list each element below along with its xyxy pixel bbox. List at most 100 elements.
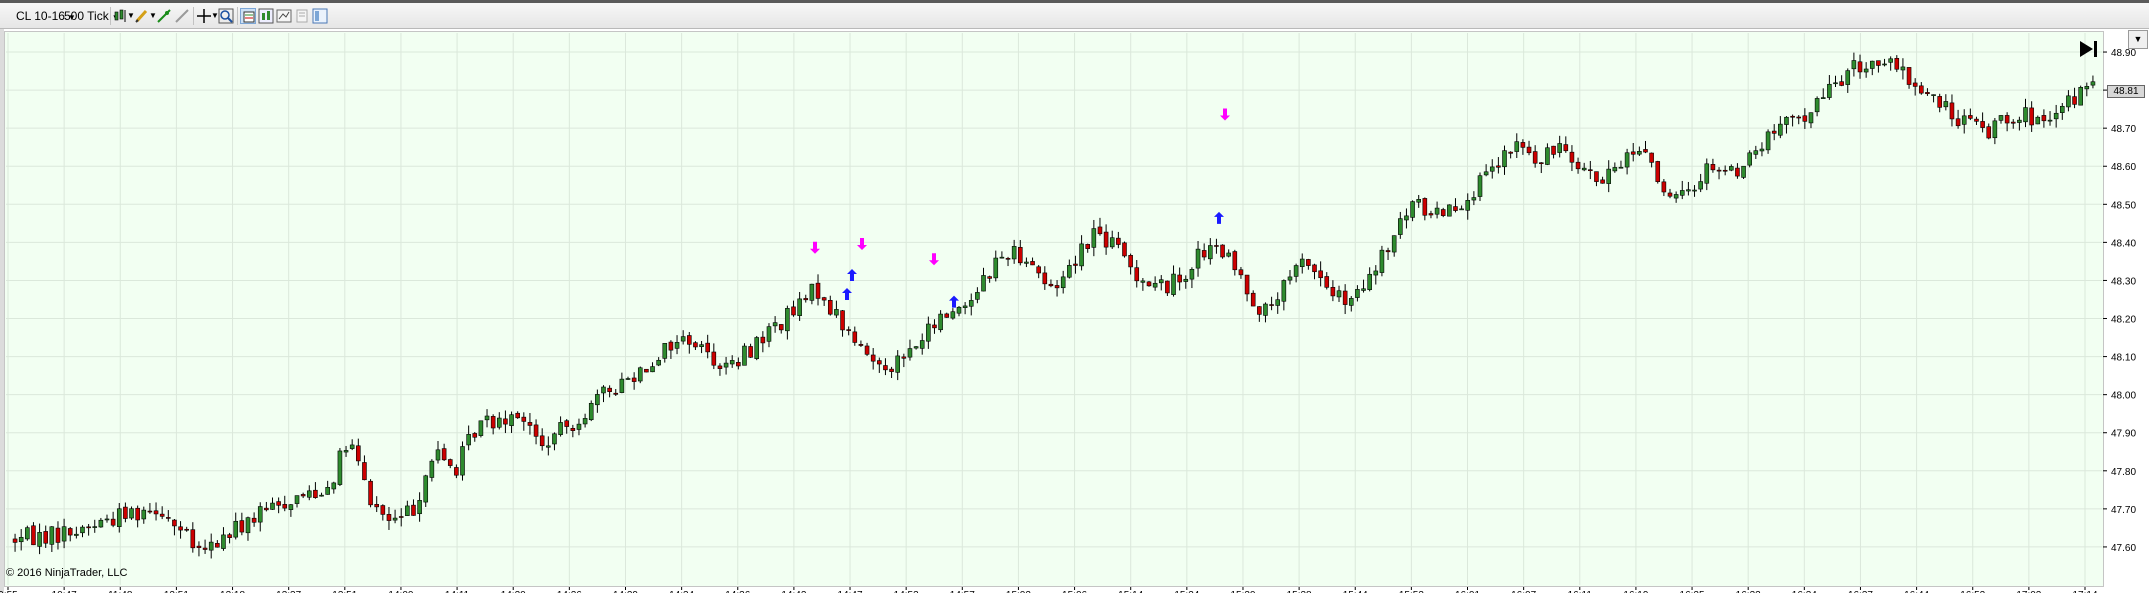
candle-down xyxy=(1116,237,1121,245)
candle-down xyxy=(760,336,766,344)
candle-up xyxy=(1459,208,1464,211)
candle-up xyxy=(2047,119,2053,122)
y-tick-label: 48.70 xyxy=(2111,124,2136,135)
candle-up xyxy=(1698,181,1703,190)
candle-down xyxy=(1428,213,1434,216)
candle-up xyxy=(116,508,122,527)
candle-down xyxy=(166,517,171,519)
candle-down xyxy=(86,526,91,529)
candle-up xyxy=(1471,197,1477,201)
candle-down xyxy=(803,298,809,301)
candle-down xyxy=(12,538,18,543)
candle-up xyxy=(325,487,330,495)
candle-up xyxy=(1545,147,1550,165)
candle-down xyxy=(791,306,796,316)
scroll-to-end-icon[interactable] xyxy=(2078,38,2100,60)
candle-up xyxy=(834,309,839,316)
candle-down xyxy=(43,531,49,544)
candle-down xyxy=(1949,102,1955,120)
candle-up xyxy=(1882,63,1887,66)
y-tick-label: 48.20 xyxy=(2111,315,2136,326)
candle-down xyxy=(1796,116,1802,119)
candle-up xyxy=(1011,246,1017,260)
candle-down xyxy=(67,528,73,536)
buy-arrow-icon xyxy=(949,295,959,308)
candle-up xyxy=(1434,207,1440,215)
panel-menu-button[interactable]: ▼ xyxy=(2128,30,2148,49)
candle-down xyxy=(1790,115,1795,118)
candle-up xyxy=(662,343,668,359)
candle-down xyxy=(251,517,257,523)
candle-down xyxy=(2004,115,2010,124)
candle-down xyxy=(1722,169,1728,172)
candle-up xyxy=(619,378,625,393)
candle-up xyxy=(270,502,275,510)
candle-up xyxy=(1961,115,1967,125)
candle-down xyxy=(901,356,907,359)
candle-down xyxy=(1643,149,1648,153)
candle-up xyxy=(1502,150,1507,168)
chart-grid xyxy=(6,33,2102,585)
candle-up xyxy=(466,434,471,446)
candle-down xyxy=(1440,209,1446,216)
candle-down xyxy=(1532,151,1538,164)
candle-down xyxy=(135,507,140,521)
candle-up xyxy=(104,518,110,521)
candle-down xyxy=(944,313,950,318)
candle-up xyxy=(1373,270,1379,276)
candle-down xyxy=(159,513,165,517)
candle-down xyxy=(1857,61,1863,73)
candle-up xyxy=(1483,171,1489,176)
candle-up xyxy=(1183,278,1189,282)
candle-down xyxy=(539,435,545,447)
candle-up xyxy=(1624,152,1630,168)
x-axis-ticks: 9:5510:4711:4812:5113:1813:3713:5114:001… xyxy=(0,587,2098,593)
candle-down xyxy=(1661,181,1667,193)
candle-down xyxy=(215,543,220,548)
candle-down xyxy=(846,329,851,331)
candle-up xyxy=(1557,143,1562,153)
candle-up xyxy=(588,402,594,421)
candle-down xyxy=(515,412,520,419)
y-tick-label: 47.70 xyxy=(2111,505,2136,516)
candle-up xyxy=(1992,120,1998,139)
candle-up xyxy=(1171,273,1176,295)
candle-down xyxy=(1342,290,1348,305)
candle-down xyxy=(1955,118,1961,127)
candle-up xyxy=(1447,204,1452,217)
candle-down xyxy=(411,504,416,516)
candle-down xyxy=(1250,292,1256,307)
candle-down xyxy=(1906,67,1912,85)
candle-down xyxy=(1073,263,1078,266)
candle-up xyxy=(331,482,337,490)
candle-down xyxy=(1042,272,1048,285)
candle-down xyxy=(264,507,269,511)
candle-up xyxy=(1379,249,1385,273)
candle-down xyxy=(227,534,232,538)
y-tick-label: 48.00 xyxy=(2111,391,2136,402)
candle-down xyxy=(1177,274,1182,283)
candle-down xyxy=(1048,283,1054,287)
candle-up xyxy=(337,450,343,485)
candle-down xyxy=(533,424,539,437)
candle-up xyxy=(1612,167,1618,172)
candle-up xyxy=(1398,218,1403,235)
candle-up xyxy=(435,449,441,461)
candle-down xyxy=(374,504,379,508)
candle-down xyxy=(1508,151,1513,154)
candle-up xyxy=(2017,119,2022,123)
candle-down xyxy=(2010,121,2016,124)
candle-down xyxy=(883,365,888,371)
candle-up xyxy=(92,526,98,528)
candle-up xyxy=(1765,131,1771,151)
candle-up xyxy=(2090,81,2096,86)
candle-up xyxy=(509,414,514,426)
candle-up xyxy=(1336,290,1342,298)
candle-up xyxy=(2059,105,2065,113)
candle-down xyxy=(202,547,208,550)
candle-up xyxy=(576,423,582,430)
candle-up xyxy=(656,359,661,366)
candle-down xyxy=(1324,276,1330,288)
candle-up xyxy=(25,527,30,540)
candle-up xyxy=(1355,289,1360,298)
